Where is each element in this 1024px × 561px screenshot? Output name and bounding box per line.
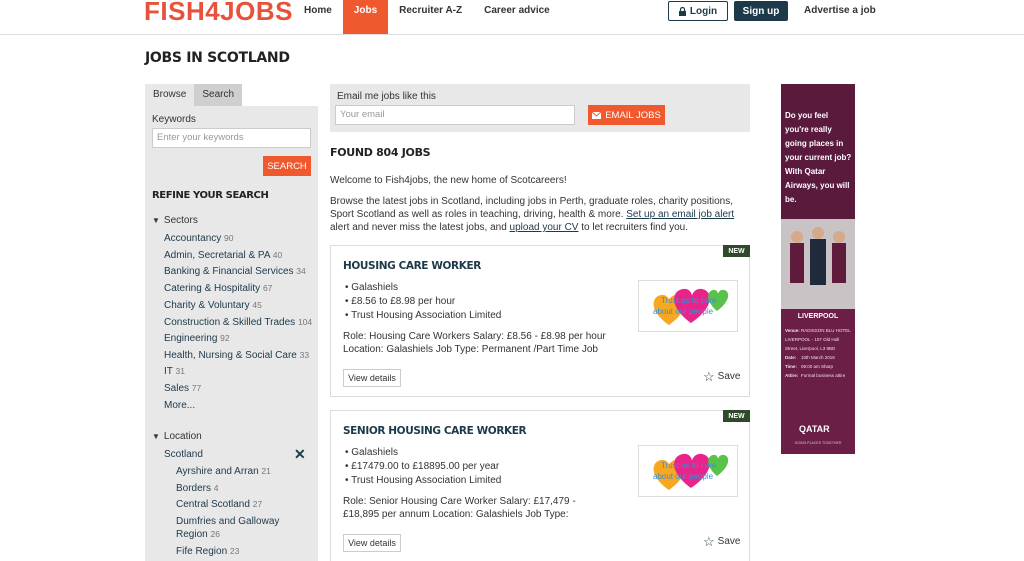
site-logo[interactable]: FISH4JOBS bbox=[144, 0, 293, 28]
intro-text: Browse the latest jobs in Scotland, incl… bbox=[330, 196, 735, 233]
job-description: Role: Housing Care Workers Salary: £8.56… bbox=[343, 331, 606, 355]
sector-item[interactable]: Charity & Voluntary 45 bbox=[164, 300, 262, 311]
keywords-input[interactable]: Enter your keywords bbox=[152, 128, 311, 148]
advertise-link[interactable]: Advertise a job bbox=[804, 5, 876, 16]
job-summary: Galashiels £8.56 to £8.98 per hour Trust… bbox=[345, 281, 501, 323]
site-header: FISH4JOBS Home Jobs Recruiter A-Z Career… bbox=[0, 0, 1024, 35]
nav-home[interactable]: Home bbox=[293, 0, 343, 34]
job-title[interactable]: HOUSING CARE WORKER bbox=[343, 260, 481, 272]
hearts-logo: Trust us to care about our people bbox=[653, 288, 729, 325]
upload-cv-link[interactable]: upload your CV bbox=[510, 222, 579, 233]
nav-jobs[interactable]: Jobs bbox=[342, 0, 389, 34]
location-selected: Scotland bbox=[164, 449, 203, 460]
sector-item[interactable]: Health, Nursing & Social Care 33 bbox=[164, 350, 309, 361]
sector-item[interactable]: Admin, Secretarial & PA 40 bbox=[164, 250, 282, 261]
new-badge: NEW bbox=[723, 410, 750, 422]
login-button[interactable]: Login bbox=[668, 1, 728, 21]
sectors-toggle[interactable]: ▼ Sectors bbox=[152, 215, 198, 226]
email-alert-box: Email me jobs like this Your email EMAIL… bbox=[330, 84, 750, 132]
ad-crew-photo bbox=[781, 219, 855, 309]
signup-button[interactable]: Sign up bbox=[734, 1, 788, 21]
keywords-label: Keywords bbox=[152, 114, 196, 125]
job-company: Trust Housing Association Limited bbox=[345, 309, 501, 323]
job-salary: £8.56 to £8.98 per hour bbox=[345, 295, 501, 309]
sidebar-tabs: Browse Search bbox=[145, 84, 243, 106]
job-location: Galashiels bbox=[345, 446, 501, 460]
svg-text:Trust us to care: Trust us to care bbox=[661, 296, 717, 305]
location-label: Location bbox=[163, 431, 202, 442]
email-alert-link[interactable]: Set up an email job alert bbox=[626, 209, 734, 220]
sector-item[interactable]: Banking & Financial Services 34 bbox=[164, 266, 306, 277]
company-logo[interactable]: Trust us to care about our people bbox=[638, 280, 738, 332]
company-logo[interactable]: Trust us to care about our people bbox=[638, 445, 738, 497]
job-location: Galashiels bbox=[345, 281, 501, 295]
results-count: FOUND 804 JOBS bbox=[330, 146, 431, 159]
nav-career-advice[interactable]: Career advice bbox=[473, 0, 561, 34]
job-description: Role: Senior Housing Care Worker Salary:… bbox=[343, 496, 576, 520]
save-job-button[interactable]: ☆ Save bbox=[703, 368, 740, 384]
job-title[interactable]: SENIOR HOUSING CARE WORKER bbox=[343, 425, 527, 437]
sector-item[interactable]: Accountancy 90 bbox=[164, 233, 234, 244]
sector-item[interactable]: Engineering 92 bbox=[164, 333, 230, 344]
location-item[interactable]: Central Scotland 27 bbox=[176, 498, 262, 511]
search-button[interactable]: SEARCH bbox=[263, 156, 311, 176]
qatar-logo: QATAR bbox=[799, 424, 830, 434]
tab-browse[interactable]: Browse bbox=[145, 84, 195, 106]
sidebar: Keywords Enter your keywords SEARCH REFI… bbox=[145, 106, 318, 561]
svg-text:about our people: about our people bbox=[653, 307, 714, 316]
location-item[interactable]: Ayrshire and Arran 21 bbox=[176, 465, 271, 478]
job-card[interactable]: NEW HOUSING CARE WORKER Galashiels £8.56… bbox=[330, 245, 750, 397]
job-card[interactable]: NEW SENIOR HOUSING CARE WORKER Galashiel… bbox=[330, 410, 750, 561]
login-label: Login bbox=[689, 5, 718, 17]
star-icon: ☆ bbox=[703, 533, 715, 549]
ad-headline: Do you feel you're really going places i… bbox=[785, 111, 852, 204]
remove-location-icon[interactable]: ✕ bbox=[294, 446, 306, 463]
email-jobs-label: EMAIL JOBS bbox=[605, 109, 661, 121]
ad-tagline: GOING PLACES TOGETHER bbox=[794, 441, 842, 445]
location-item[interactable]: Borders 4 bbox=[176, 482, 219, 495]
welcome-text: Welcome to Fish4jobs, the new home of Sc… bbox=[330, 175, 567, 186]
tab-search[interactable]: Search bbox=[194, 84, 243, 106]
star-icon: ☆ bbox=[703, 368, 715, 384]
lock-icon bbox=[678, 6, 686, 16]
hearts-logo: Trust us to care about our people bbox=[653, 453, 729, 490]
sector-item[interactable]: IT 31 bbox=[164, 366, 185, 377]
location-toggle[interactable]: ▼ Location bbox=[152, 431, 202, 442]
location-item[interactable]: Dumfries and Galloway Region 26 bbox=[176, 515, 301, 541]
envelope-icon bbox=[592, 111, 602, 119]
ad-city: LIVERPOOL bbox=[797, 313, 839, 320]
sectors-more-link[interactable]: More... bbox=[164, 400, 195, 411]
svg-text:Trust us to care: Trust us to care bbox=[661, 461, 717, 470]
new-badge: NEW bbox=[723, 245, 750, 257]
email-jobs-button[interactable]: EMAIL JOBS bbox=[588, 105, 665, 125]
crew-illustration bbox=[781, 219, 855, 309]
location-item[interactable]: Fife Region 23 bbox=[176, 545, 239, 558]
view-details-button[interactable]: View details bbox=[343, 369, 401, 387]
email-alert-label: Email me jobs like this bbox=[337, 91, 436, 102]
sectors-label: Sectors bbox=[163, 215, 198, 226]
triangle-down-icon: ▼ bbox=[152, 432, 160, 441]
triangle-down-icon: ▼ bbox=[152, 216, 160, 225]
save-job-button[interactable]: ☆ Save bbox=[703, 533, 740, 549]
sector-item[interactable]: Catering & Hospitality 67 bbox=[164, 283, 272, 294]
svg-text:about our people: about our people bbox=[653, 472, 714, 481]
sector-item[interactable]: Sales 77 bbox=[164, 383, 201, 394]
sector-item[interactable]: Construction & Skilled Trades 104 bbox=[164, 317, 312, 328]
job-summary: Galashiels £17479.00 to £18895.00 per ye… bbox=[345, 446, 501, 488]
job-salary: £17479.00 to £18895.00 per year bbox=[345, 460, 501, 474]
qatar-ad-banner[interactable]: Do you feel you're really going places i… bbox=[781, 84, 855, 454]
view-details-button[interactable]: View details bbox=[343, 534, 401, 552]
email-input[interactable]: Your email bbox=[335, 105, 575, 125]
refine-title: REFINE YOUR SEARCH bbox=[152, 190, 269, 201]
page-title: JOBS IN SCOTLAND bbox=[145, 50, 290, 66]
main-nav: Home Jobs Recruiter A-Z Career advice bbox=[293, 0, 561, 34]
ad-event-details: Venue:RADISSON BLU HOTEL LIVERPOOL - 107… bbox=[785, 328, 851, 378]
job-company: Trust Housing Association Limited bbox=[345, 474, 501, 488]
nav-recruiter-az[interactable]: Recruiter A-Z bbox=[388, 0, 473, 34]
